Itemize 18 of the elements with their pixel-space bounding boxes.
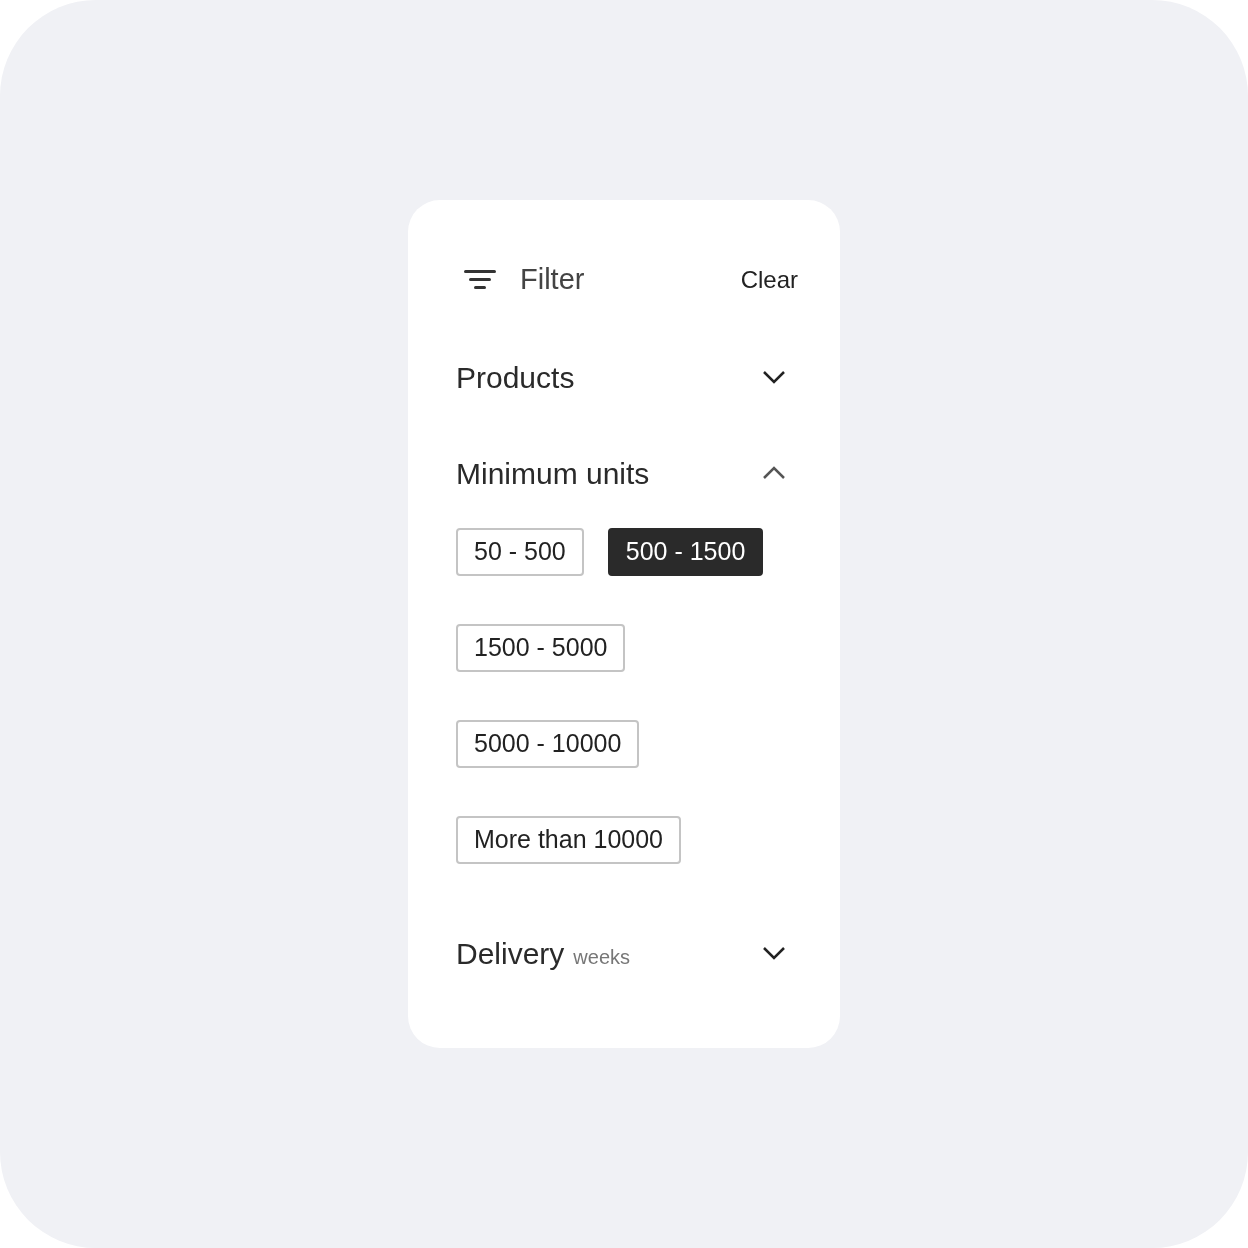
panel-title: Filter <box>520 262 585 298</box>
section-header[interactable]: Minimum units <box>456 449 792 497</box>
section-subtitle: weeks <box>573 945 631 970</box>
range-chip[interactable]: 5000 - 10000 <box>456 720 640 768</box>
range-chip[interactable]: More than 10000 <box>456 816 682 864</box>
clear-button[interactable]: Clear <box>740 262 798 298</box>
filter-icon <box>464 270 496 290</box>
section-title: Minimum units <box>456 455 650 492</box>
range-chip[interactable]: 50 - 500 <box>456 528 584 576</box>
chevron-down-icon <box>762 370 786 384</box>
section-header[interactable]: Products <box>456 353 792 401</box>
section-title: Products <box>456 359 575 396</box>
chevron-up-icon <box>762 466 786 480</box>
chevron-down-icon <box>762 946 786 960</box>
range-chip[interactable]: 1500 - 5000 <box>456 624 626 672</box>
range-chip[interactable]: 500 - 1500 <box>607 528 764 576</box>
section-header[interactable]: Delivery weeks <box>456 929 792 977</box>
section-title: Delivery <box>456 935 565 972</box>
